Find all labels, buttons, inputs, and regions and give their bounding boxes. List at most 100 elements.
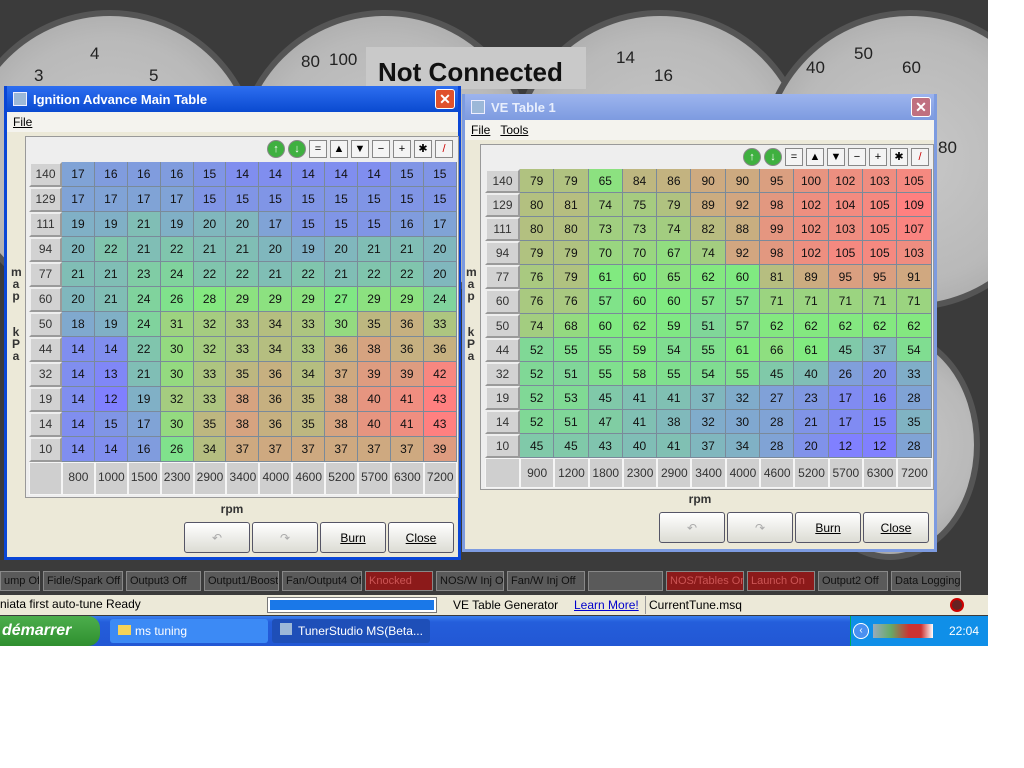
burn-button[interactable]: Burn xyxy=(320,522,386,553)
table-cell[interactable]: 15 xyxy=(423,162,457,187)
table-cell[interactable]: 22 xyxy=(127,337,161,362)
taskbar-item-tunerstudio[interactable]: TunerStudio MS(Beta... xyxy=(272,619,430,643)
table-cell[interactable]: 60 xyxy=(588,313,623,338)
table-cell[interactable]: 28 xyxy=(897,385,932,410)
table-cell[interactable]: 79 xyxy=(520,241,555,266)
lower-button[interactable]: ▼ xyxy=(351,140,369,158)
increment-up-icon[interactable]: ↑ xyxy=(743,148,761,166)
table-cell[interactable]: 14 xyxy=(62,412,95,437)
table-cell[interactable]: 20 xyxy=(62,237,95,262)
table-cell[interactable]: 17 xyxy=(62,162,95,187)
table-cell[interactable]: 67 xyxy=(657,241,692,266)
table-cell[interactable]: 16 xyxy=(127,437,161,462)
table-cell[interactable]: 20 xyxy=(423,262,457,287)
table-cell[interactable]: 51 xyxy=(554,409,589,435)
table-cell[interactable]: 36 xyxy=(390,337,424,362)
table-cell[interactable]: 28 xyxy=(193,287,227,312)
table-cell[interactable]: 105 xyxy=(862,241,898,266)
table-cell[interactable]: 57 xyxy=(725,313,761,338)
table-cell[interactable]: 15 xyxy=(423,187,457,212)
table-cell[interactable]: 52 xyxy=(520,409,555,435)
table-cell[interactable]: 62 xyxy=(828,313,863,338)
table-cell[interactable]: 20 xyxy=(193,212,227,237)
table-cell[interactable]: 73 xyxy=(622,217,658,242)
table-cell[interactable]: 21 xyxy=(127,362,161,387)
table-cell[interactable]: 21 xyxy=(794,409,829,435)
pen-button[interactable]: / xyxy=(435,140,453,158)
table-cell[interactable]: 30 xyxy=(725,409,761,435)
pen-button[interactable]: / xyxy=(911,148,929,166)
table-cell[interactable]: 59 xyxy=(657,313,692,338)
table-cell[interactable]: 14 xyxy=(62,437,95,462)
table-cell[interactable]: 17 xyxy=(259,212,293,237)
table-cell[interactable]: 20 xyxy=(423,237,457,262)
table-cell[interactable]: 99 xyxy=(760,217,795,242)
table-cell[interactable]: 45 xyxy=(760,361,795,386)
learn-more-link[interactable]: Learn More! xyxy=(574,598,639,612)
table-cell[interactable]: 70 xyxy=(588,241,623,266)
table-cell[interactable]: 17 xyxy=(94,187,128,212)
table-cell[interactable]: 47 xyxy=(588,409,623,435)
table-cell[interactable]: 22 xyxy=(292,262,326,287)
table-cell[interactable]: 79 xyxy=(520,169,555,194)
table-cell[interactable]: 45 xyxy=(828,337,863,362)
table-cell[interactable]: 102 xyxy=(794,193,829,218)
table-cell[interactable]: 33 xyxy=(897,361,932,386)
table-cell[interactable]: 14 xyxy=(94,437,128,462)
table-cell[interactable]: 15 xyxy=(325,212,359,237)
table-cell[interactable]: 29 xyxy=(259,287,293,312)
table-cell[interactable]: 71 xyxy=(897,289,932,314)
table-cell[interactable]: 103 xyxy=(897,241,932,266)
menu-tools[interactable]: Tools xyxy=(500,123,528,137)
close-window-button[interactable]: ✕ xyxy=(911,97,931,117)
table-cell[interactable]: 71 xyxy=(828,289,863,314)
table-cell[interactable]: 103 xyxy=(828,217,863,242)
menu-file[interactable]: File xyxy=(13,115,32,129)
increment-down-icon[interactable]: ↓ xyxy=(764,148,782,166)
table-cell[interactable]: 19 xyxy=(292,237,326,262)
table-cell[interactable]: 21 xyxy=(358,237,391,262)
table-cell[interactable]: 20 xyxy=(325,237,359,262)
undo-button[interactable]: ↶ xyxy=(659,512,725,543)
table-cell[interactable]: 37 xyxy=(292,437,326,462)
table-cell[interactable]: 20 xyxy=(226,212,260,237)
plus-button[interactable]: + xyxy=(393,140,411,158)
table-cell[interactable]: 12 xyxy=(828,434,863,459)
raise-button[interactable]: ▲ xyxy=(806,148,824,166)
table-cell[interactable]: 35 xyxy=(292,387,326,412)
table-cell[interactable]: 54 xyxy=(691,361,726,386)
table-cell[interactable]: 62 xyxy=(897,313,932,338)
table-cell[interactable]: 90 xyxy=(725,169,761,194)
table-cell[interactable]: 16 xyxy=(862,385,898,410)
table-cell[interactable]: 37 xyxy=(358,437,391,462)
table-cell[interactable]: 60 xyxy=(622,265,658,290)
table-cell[interactable]: 84 xyxy=(622,169,658,194)
table-cell[interactable]: 80 xyxy=(554,217,589,242)
table-cell[interactable]: 33 xyxy=(193,362,227,387)
table-cell[interactable]: 21 xyxy=(94,287,128,312)
table-cell[interactable]: 17 xyxy=(127,187,161,212)
table-cell[interactable]: 22 xyxy=(226,262,260,287)
table-cell[interactable]: 80 xyxy=(520,193,555,218)
table-cell[interactable]: 35 xyxy=(193,412,227,437)
table-cell[interactable]: 17 xyxy=(828,385,863,410)
table-cell[interactable]: 19 xyxy=(94,312,128,337)
table-cell[interactable]: 21 xyxy=(127,237,161,262)
table-cell[interactable]: 43 xyxy=(588,434,623,459)
table-cell[interactable]: 102 xyxy=(794,241,829,266)
table-cell[interactable]: 88 xyxy=(725,217,761,242)
table-cell[interactable]: 90 xyxy=(691,169,726,194)
table-cell[interactable]: 95 xyxy=(862,265,898,290)
table-cell[interactable]: 15 xyxy=(292,187,326,212)
table-cell[interactable]: 33 xyxy=(193,387,227,412)
table-cell[interactable]: 29 xyxy=(226,287,260,312)
burn-button[interactable]: Burn xyxy=(795,512,861,543)
table-cell[interactable]: 60 xyxy=(622,289,658,314)
table-cell[interactable]: 65 xyxy=(657,265,692,290)
table-cell[interactable]: 33 xyxy=(423,312,457,337)
table-cell[interactable]: 81 xyxy=(554,193,589,218)
table-cell[interactable]: 19 xyxy=(62,212,95,237)
table-cell[interactable]: 34 xyxy=(193,437,227,462)
table-cell[interactable]: 17 xyxy=(828,409,863,435)
table-cell[interactable]: 29 xyxy=(292,287,326,312)
